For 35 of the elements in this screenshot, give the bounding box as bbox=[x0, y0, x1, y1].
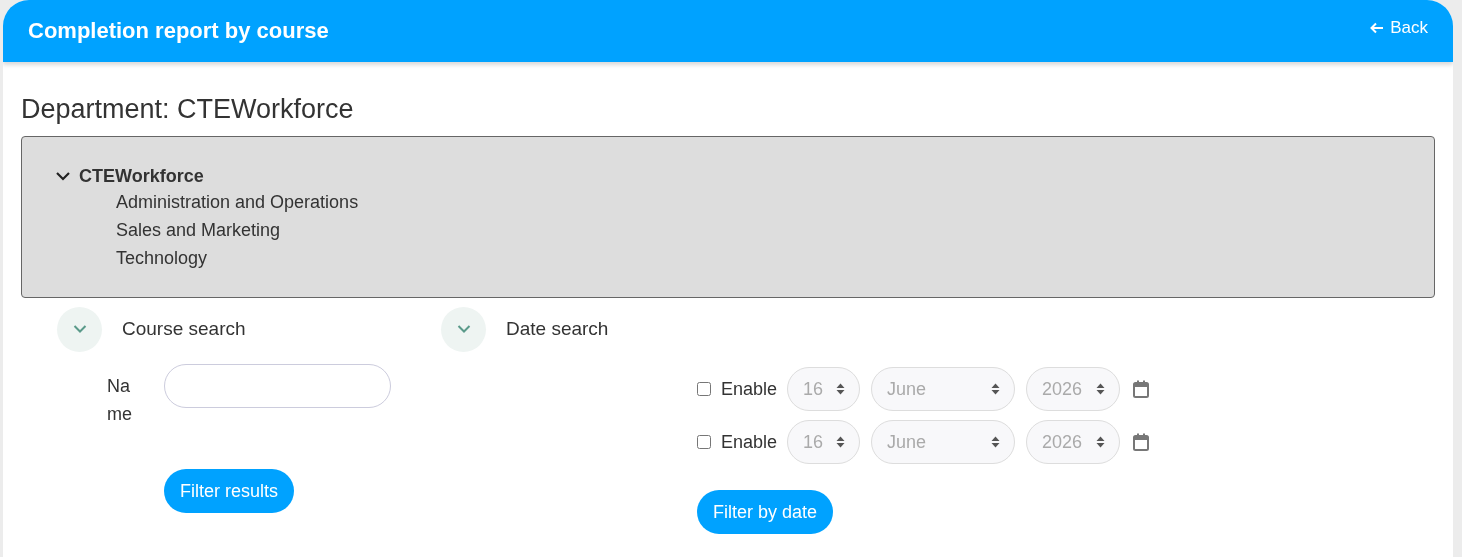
caret-icon bbox=[1096, 435, 1106, 449]
section-title: Date search bbox=[506, 318, 609, 340]
collapse-toggle-icon[interactable] bbox=[57, 306, 102, 352]
calendar-icon[interactable] bbox=[1133, 433, 1150, 451]
filter-results-button[interactable]: Filter results bbox=[164, 469, 294, 513]
tree-item[interactable]: Technology bbox=[55, 244, 1434, 272]
tree-item[interactable]: CTEWorkforce bbox=[79, 165, 204, 187]
checkbox-label: Enable bbox=[721, 431, 778, 453]
checkbox-label: Enable bbox=[721, 378, 778, 400]
enable-checkbox[interactable] bbox=[697, 435, 711, 449]
day-select-field[interactable]: 16 bbox=[787, 367, 861, 411]
month-select-field[interactable]: June bbox=[871, 367, 1016, 411]
caret-icon bbox=[836, 382, 846, 396]
year-select-field[interactable]: 2026 bbox=[1026, 367, 1121, 411]
caret-icon bbox=[836, 435, 846, 449]
calendar-icon[interactable] bbox=[1133, 380, 1150, 398]
section-title: Course search bbox=[122, 318, 246, 340]
year-select-field[interactable]: 2026 bbox=[1026, 420, 1121, 464]
arrow-left-icon bbox=[1370, 22, 1385, 34]
department-heading: Department: CTEWorkforce bbox=[21, 94, 355, 125]
enable-checkbox[interactable] bbox=[697, 382, 711, 396]
chevron-icon[interactable] bbox=[55, 170, 71, 182]
tree-item[interactable]: Sales and Marketing bbox=[55, 216, 1434, 244]
field-label: Name bbox=[107, 375, 133, 426]
month-select-field[interactable]: June bbox=[871, 420, 1016, 464]
caret-icon bbox=[1096, 382, 1106, 396]
caret-icon bbox=[991, 435, 1001, 449]
name-input-field[interactable] bbox=[164, 364, 391, 408]
back-link[interactable]: Back bbox=[1370, 18, 1428, 38]
filter-by-date-button[interactable]: Filter by date bbox=[697, 490, 834, 534]
page-title: Completion report by course bbox=[28, 18, 329, 44]
caret-icon bbox=[991, 382, 1001, 396]
day-select-field[interactable]: 16 bbox=[787, 420, 861, 464]
tree-item[interactable]: Administration and Operations bbox=[55, 188, 1434, 216]
collapse-toggle-icon[interactable] bbox=[441, 306, 486, 352]
